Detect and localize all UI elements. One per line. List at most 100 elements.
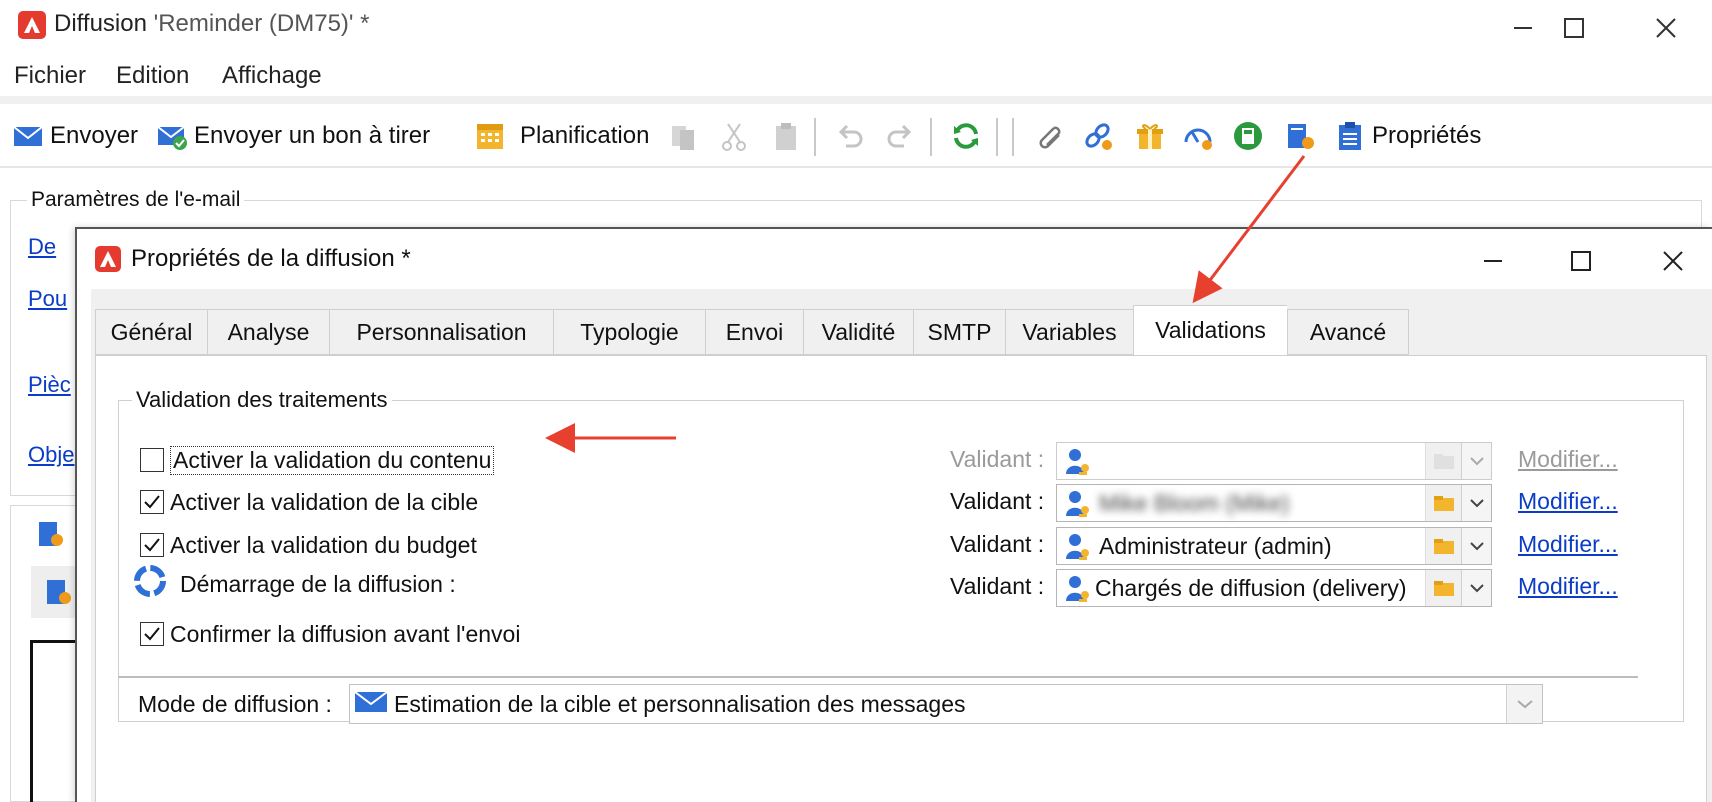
folder-icon[interactable] [1425, 570, 1461, 606]
user-key-icon [1063, 446, 1093, 476]
tab-avance[interactable]: Avancé [1287, 309, 1409, 355]
delivery-validator-value: Chargés de diffusion (delivery) [1095, 574, 1407, 601]
delivery-start-row: Démarrage de la diffusion : [134, 565, 456, 603]
link-subject[interactable]: Obje [28, 442, 74, 468]
target-modify-link[interactable]: Modifier... [1518, 488, 1618, 515]
dialog-title: Propriétés de la diffusion * [131, 245, 411, 272]
tab-validite[interactable]: Validité [803, 309, 913, 355]
html-content-icon[interactable] [35, 518, 67, 555]
delivery-start-icon [134, 565, 166, 603]
send-label: Envoyer [50, 122, 139, 149]
attachment-icon[interactable] [1032, 118, 1064, 154]
user-key-icon [1063, 573, 1093, 603]
tab-validations[interactable]: Validations [1133, 305, 1287, 355]
chevron-down-icon[interactable] [1461, 528, 1491, 564]
budget-validator-field[interactable]: Administrateur (admin) [1056, 527, 1492, 565]
confirm-delivery-row[interactable]: Confirmer la diffusion avant l'envoi [140, 618, 520, 650]
window-title: Diffusion 'Reminder (DM75)' * [54, 10, 370, 38]
text-content-tab[interactable] [31, 566, 81, 618]
link-from[interactable]: De [28, 234, 56, 260]
menu-edition[interactable]: Edition [116, 62, 189, 90]
target-validation-label: Activer la validation de la cible [170, 488, 479, 515]
maximize-icon[interactable] [1552, 6, 1596, 46]
dialog-minimize-icon[interactable] [1471, 241, 1515, 281]
schedule-button[interactable]: Planification [474, 118, 649, 154]
dialog-body: Général Analyse Personnalisation Typolog… [91, 289, 1712, 802]
user-key-icon [1063, 488, 1093, 518]
folder-icon[interactable] [1425, 485, 1461, 521]
gift-icon[interactable] [1134, 118, 1166, 154]
schedule-label: Planification [520, 122, 650, 149]
link-to[interactable]: Pou [28, 286, 67, 312]
undo-icon[interactable] [834, 118, 866, 154]
paste-icon[interactable] [770, 118, 802, 154]
delivery-mode-value: Estimation de la cible et personnalisati… [394, 690, 966, 717]
budget-validation-row[interactable]: Activer la validation du budget [140, 529, 477, 561]
send-button[interactable]: Envoyer [12, 118, 138, 154]
dialog-close-icon[interactable] [1651, 241, 1695, 281]
calculator-icon[interactable] [1232, 118, 1264, 154]
delivery-mode-select[interactable]: Estimation de la cible et personnalisati… [349, 684, 1543, 724]
budget-validator-label: Validant : [950, 531, 1045, 557]
target-validation-row[interactable]: Activer la validation de la cible [140, 486, 478, 518]
copy-icon[interactable] [668, 118, 700, 154]
minimize-icon[interactable] [1500, 6, 1544, 46]
delivery-validator-field[interactable]: Chargés de diffusion (delivery) [1056, 569, 1492, 607]
close-icon[interactable] [1644, 6, 1688, 46]
window-doc-title: 'Reminder (DM75)' * [153, 10, 370, 37]
toolbar-separator [1012, 118, 1014, 156]
delivery-mode-label: Mode de diffusion : [138, 691, 332, 717]
budget-validation-checkbox[interactable] [140, 533, 164, 557]
delivery-properties-dialog: Propriétés de la diffusion * Général Ana… [75, 227, 1712, 802]
adobe-logo-icon [18, 11, 46, 39]
budget-modify-link[interactable]: Modifier... [1518, 531, 1618, 558]
content-preview-frame [30, 640, 80, 802]
chevron-down-icon [1461, 443, 1491, 479]
confirm-delivery-checkbox[interactable] [140, 622, 164, 646]
confirm-delivery-label: Confirmer la diffusion avant l'envoi [170, 620, 521, 647]
delivery-report-icon[interactable] [1284, 118, 1316, 154]
content-validator-label: Validant : [950, 446, 1045, 472]
dialog-maximize-icon[interactable] [1559, 241, 1603, 281]
dialog-titlebar: Propriétés de la diffusion * [77, 229, 1712, 287]
redo-icon[interactable] [884, 118, 916, 154]
content-validation-checkbox[interactable] [140, 448, 164, 472]
folder-icon [1425, 443, 1461, 479]
target-validation-checkbox[interactable] [140, 490, 164, 514]
chevron-down-icon[interactable] [1506, 685, 1542, 723]
tab-typologie[interactable]: Typologie [553, 309, 705, 355]
tab-variables[interactable]: Variables [1005, 309, 1133, 355]
chevron-down-icon[interactable] [1461, 485, 1491, 521]
toolbar-separator [996, 118, 998, 156]
tab-general[interactable]: Général [95, 309, 207, 355]
refresh-icon[interactable] [950, 118, 982, 154]
checkmark-icon [144, 538, 160, 552]
content-validation-row[interactable]: Activer la validation du contenu [140, 444, 495, 476]
validations-panel: Validation des traitements Activer la va… [95, 355, 1707, 802]
email-params-title: Paramètres de l'e-mail [27, 188, 245, 212]
menu-fichier[interactable]: Fichier [14, 62, 86, 90]
chevron-down-icon[interactable] [1461, 570, 1491, 606]
budget-validation-label: Activer la validation du budget [170, 531, 477, 558]
link-icon[interactable] [1082, 118, 1114, 154]
send-proof-button[interactable]: Envoyer un bon à tirer [156, 118, 430, 154]
divider [118, 676, 1638, 678]
checkmark-icon [144, 627, 160, 641]
menu-affichage[interactable]: Affichage [222, 62, 322, 90]
folder-icon[interactable] [1425, 528, 1461, 564]
tab-analyse[interactable]: Analyse [207, 309, 329, 355]
envelope-icon [12, 120, 44, 152]
target-validator-field[interactable]: Mike Bloom (Mike) [1056, 484, 1492, 522]
link-attachments[interactable]: Pièc [28, 372, 71, 398]
gauge-icon[interactable] [1182, 118, 1214, 154]
delivery-validator-label: Validant : [950, 573, 1045, 599]
tab-smtp[interactable]: SMTP [913, 309, 1005, 355]
delivery-modify-link[interactable]: Modifier... [1518, 573, 1618, 600]
calendar-icon [474, 120, 506, 152]
tab-personnalisation[interactable]: Personnalisation [329, 309, 553, 355]
properties-button[interactable]: Propriétés [1334, 118, 1481, 154]
tab-bar: Général Analyse Personnalisation Typolog… [95, 305, 1409, 355]
cut-icon[interactable] [718, 118, 750, 154]
tab-envoi[interactable]: Envoi [705, 309, 803, 355]
user-key-icon [1063, 531, 1093, 561]
